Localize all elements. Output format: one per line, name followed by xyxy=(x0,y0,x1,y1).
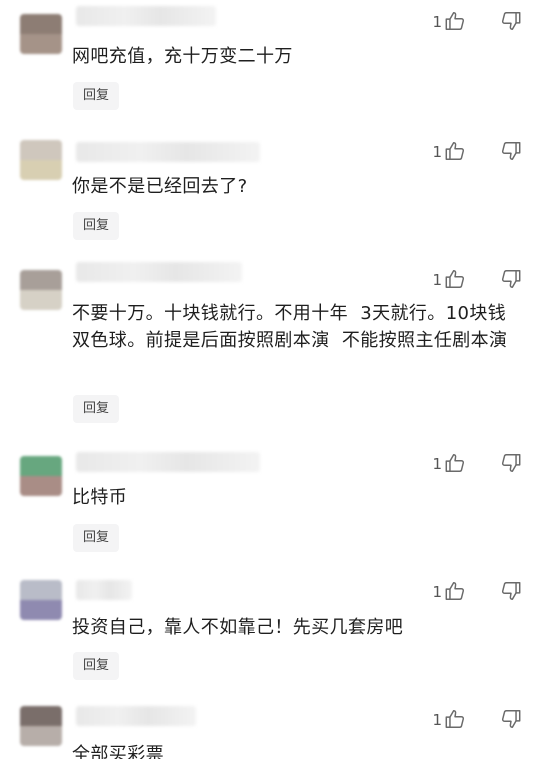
comment-text: 全部买彩票 xyxy=(72,744,164,759)
reply-button[interactable]: 回复 xyxy=(73,652,120,680)
like-count: 1 xyxy=(432,711,442,729)
username-blurred[interactable] xyxy=(76,6,216,26)
like-button[interactable]: 1 xyxy=(432,452,466,474)
reply-button[interactable]: 回复 xyxy=(73,212,120,240)
thumbs-down-icon[interactable] xyxy=(500,268,522,290)
username-blurred[interactable] xyxy=(76,142,260,162)
avatar[interactable] xyxy=(20,456,62,496)
comment-text: 你是不是已经回去了? xyxy=(72,176,248,197)
username-blurred[interactable] xyxy=(76,706,196,726)
thumbs-down-icon[interactable] xyxy=(500,452,522,474)
like-count: 1 xyxy=(432,143,442,161)
username-blurred[interactable] xyxy=(76,580,132,600)
like-count: 1 xyxy=(432,271,442,289)
reply-button[interactable]: 回复 xyxy=(73,524,120,552)
username-blurred[interactable] xyxy=(76,452,260,472)
comment-list: 1 网吧充值，充十万变二十万 回复 1 你是不是已经回去了? 回复 1 不要十万… xyxy=(0,0,546,759)
like-button[interactable]: 1 xyxy=(432,268,466,290)
comment-text: 网吧充值，充十万变二十万 xyxy=(72,46,293,67)
thumbs-up-icon xyxy=(444,452,466,474)
comment-text: 比特币 xyxy=(72,487,128,508)
like-count: 1 xyxy=(432,583,442,601)
thumbs-up-icon xyxy=(444,10,466,32)
like-button[interactable]: 1 xyxy=(432,10,466,32)
like-button[interactable]: 1 xyxy=(432,580,466,602)
avatar[interactable] xyxy=(20,706,62,746)
thumbs-up-icon xyxy=(444,708,466,730)
username-blurred[interactable] xyxy=(76,262,242,282)
comment-text: 不要十万。十块钱就行。不用十年 3天就行。10块钱双色球。前提是后面按照剧本演 … xyxy=(72,303,508,351)
thumbs-up-icon xyxy=(444,268,466,290)
avatar[interactable] xyxy=(20,14,62,54)
like-count: 1 xyxy=(432,13,442,31)
thumbs-down-icon[interactable] xyxy=(500,10,522,32)
like-count: 1 xyxy=(432,455,442,473)
thumbs-up-icon xyxy=(444,580,466,602)
like-button[interactable]: 1 xyxy=(432,708,466,730)
reply-button[interactable]: 回复 xyxy=(73,82,120,110)
reply-button[interactable]: 回复 xyxy=(73,395,120,423)
thumbs-down-icon[interactable] xyxy=(500,140,522,162)
avatar[interactable] xyxy=(20,270,62,310)
like-button[interactable]: 1 xyxy=(432,140,466,162)
comment-text: 投资自己，靠人不如靠己！先买几套房吧 xyxy=(72,617,404,638)
avatar[interactable] xyxy=(20,580,62,620)
thumbs-down-icon[interactable] xyxy=(500,708,522,730)
thumbs-up-icon xyxy=(444,140,466,162)
thumbs-down-icon[interactable] xyxy=(500,580,522,602)
avatar[interactable] xyxy=(20,140,62,180)
